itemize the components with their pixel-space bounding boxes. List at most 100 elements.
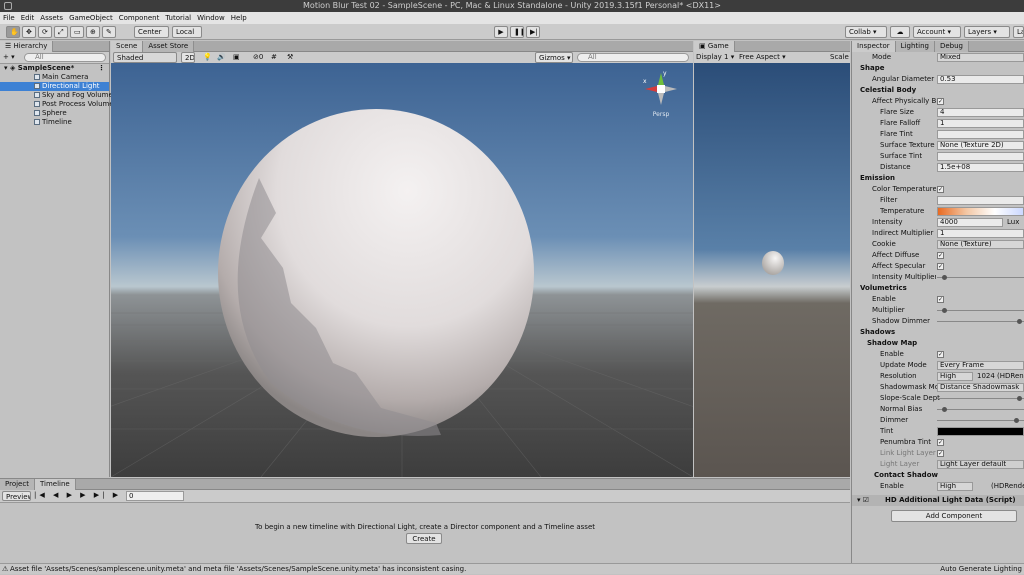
menu-item-assets[interactable]: Assets bbox=[37, 12, 66, 24]
shading-mode-dropdown[interactable]: Shaded bbox=[113, 52, 177, 63]
slider-track[interactable] bbox=[937, 409, 1024, 410]
celestial-row-6-value[interactable]: 1.5e+08 bbox=[937, 163, 1024, 172]
auto-generate-lighting[interactable]: Auto Generate Lighting bbox=[940, 564, 1022, 575]
slider-knob[interactable] bbox=[942, 275, 947, 280]
scene-menu-icon[interactable]: ⋮ bbox=[98, 64, 105, 73]
hierarchy-item-5[interactable]: Timeline bbox=[0, 118, 109, 127]
tab-scene-0[interactable]: Scene bbox=[111, 41, 144, 52]
step-button[interactable]: ▶| bbox=[526, 26, 540, 38]
preview-button[interactable]: Preview bbox=[2, 491, 31, 501]
transform-tool-icon[interactable]: ⊕ bbox=[86, 26, 100, 38]
account-dropdown[interactable]: Account ▾ bbox=[913, 26, 961, 38]
hierarchy-item-3[interactable]: Post Process Volume bbox=[0, 100, 114, 109]
indirect-multiplier-value[interactable]: 1 bbox=[937, 229, 1024, 238]
layers-dropdown[interactable]: Layers ▾ bbox=[964, 26, 1010, 38]
toggle-2d-button[interactable]: 2D bbox=[181, 52, 195, 63]
celestial-row-3-value[interactable] bbox=[937, 130, 1024, 139]
menu-item-window[interactable]: Window bbox=[194, 12, 228, 24]
menu-item-edit[interactable]: Edit bbox=[18, 12, 38, 24]
grid-toggle-icon[interactable]: # bbox=[271, 53, 277, 61]
game-viewport[interactable] bbox=[694, 63, 850, 477]
audio-toggle-icon[interactable]: 🔊 bbox=[217, 53, 226, 61]
tab-scene-1[interactable]: Asset Store bbox=[143, 41, 195, 52]
gizmos-dropdown[interactable]: Gizmos ▾ bbox=[535, 52, 573, 63]
play-button[interactable]: ▶ bbox=[494, 26, 508, 38]
move-tool-icon[interactable]: ✥ bbox=[22, 26, 36, 38]
tab-hierarchy[interactable]: ☰ Hierarchy bbox=[0, 41, 54, 52]
effects-toggle-icon[interactable]: ▣ bbox=[233, 53, 240, 61]
tab-bottom-0[interactable]: Project bbox=[0, 479, 35, 490]
tab-inspector-2[interactable]: Debug bbox=[934, 41, 969, 52]
create-director-button[interactable]: Create bbox=[406, 533, 442, 544]
hidden-objects-icon[interactable]: ⊘0 bbox=[253, 53, 263, 61]
foldout-arrow-icon[interactable]: ▾ ☑ bbox=[857, 495, 869, 506]
filter-value[interactable] bbox=[937, 196, 1024, 205]
affect-specular-checkbox[interactable]: ✓ bbox=[937, 263, 944, 270]
angular-diameter-value[interactable]: 0.53 bbox=[937, 75, 1024, 84]
hand-tool-icon[interactable]: ✋ bbox=[6, 26, 20, 38]
contact-shadows-enable-value[interactable]: High bbox=[937, 482, 973, 491]
pause-button[interactable]: ❚❚ bbox=[510, 26, 524, 38]
menu-item-help[interactable]: Help bbox=[228, 12, 250, 24]
playback-controls-icon[interactable]: |◀ ◀ ▶ ▶ ▶| ▶ bbox=[34, 491, 121, 499]
shadow-map-enable-checkbox[interactable]: ✓ bbox=[937, 351, 944, 358]
rotate-tool-icon[interactable]: ⟳ bbox=[38, 26, 52, 38]
shadowmask-mode-value[interactable]: Distance Shadowmask bbox=[937, 383, 1024, 392]
rect-tool-icon[interactable]: ▭ bbox=[70, 26, 84, 38]
status-message[interactable]: Asset file 'Assets/Scenes/samplescene.un… bbox=[10, 564, 466, 575]
pivot-center-toggle[interactable]: Center bbox=[134, 26, 169, 38]
scene-viewport[interactable]: x y Persp bbox=[111, 63, 693, 477]
affect-diffuse-checkbox[interactable]: ✓ bbox=[937, 252, 944, 259]
frame-input[interactable]: 0 bbox=[126, 491, 184, 501]
celestial-row-4-value[interactable]: None (Texture 2D) bbox=[937, 141, 1024, 150]
pivot-local-toggle[interactable]: Local bbox=[172, 26, 202, 38]
scale-tool-icon[interactable]: ⤢ bbox=[54, 26, 68, 38]
scene-search-input[interactable]: All bbox=[577, 53, 689, 62]
slider-track[interactable] bbox=[937, 277, 1024, 278]
hierarchy-item-2[interactable]: Sky and Fog Volume bbox=[0, 91, 113, 100]
slider-track[interactable] bbox=[937, 321, 1024, 322]
add-component-button[interactable]: Add Component bbox=[891, 510, 1017, 522]
slider-knob[interactable] bbox=[1017, 396, 1022, 401]
celestial-row-2-value[interactable]: 1 bbox=[937, 119, 1024, 128]
slider-track[interactable] bbox=[937, 310, 1024, 311]
slider-track[interactable] bbox=[937, 420, 1024, 421]
hierarchy-item-1[interactable]: Directional Light bbox=[0, 82, 109, 91]
hierarchy-item-0[interactable]: Main Camera bbox=[0, 73, 109, 82]
celestial-row-5-value[interactable] bbox=[937, 152, 1024, 161]
orientation-gizmo[interactable]: x y Persp bbox=[641, 69, 681, 119]
temperature-value[interactable] bbox=[937, 207, 1024, 216]
tab-inspector-0[interactable]: Inspector bbox=[852, 41, 896, 52]
aspect-dropdown[interactable]: Free Aspect ▾ bbox=[739, 53, 786, 61]
slider-track[interactable] bbox=[937, 398, 1024, 399]
menu-item-file[interactable]: File bbox=[0, 12, 18, 24]
link-light-layer-checkbox[interactable]: ✓ bbox=[937, 450, 944, 457]
celestial-row-1-value[interactable]: 4 bbox=[937, 108, 1024, 117]
collab-dropdown[interactable]: Collab ▾ bbox=[845, 26, 887, 38]
intensity-value[interactable]: 4000 bbox=[937, 218, 1003, 227]
menu-item-component[interactable]: Component bbox=[116, 12, 163, 24]
tab-bottom-1[interactable]: Timeline bbox=[34, 479, 76, 490]
slider-knob[interactable] bbox=[1014, 418, 1019, 423]
light-layer-value[interactable]: Light Layer default bbox=[937, 460, 1024, 469]
menu-item-gameobject[interactable]: GameObject bbox=[66, 12, 116, 24]
script-component-header[interactable]: ▾ ☑ HD Additional Light Data (Script) bbox=[852, 495, 1024, 506]
create-plus-icon[interactable]: + ▾ bbox=[3, 53, 15, 61]
hierarchy-scene-row[interactable]: ▾ ◈ SampleScene* ⋮ bbox=[0, 64, 109, 73]
color-temperature-checkbox[interactable]: ✓ bbox=[937, 186, 944, 193]
resolution-value[interactable]: High bbox=[937, 372, 973, 381]
celestial-row-0-checkbox[interactable]: ✓ bbox=[937, 98, 944, 105]
custom-tool-icon[interactable]: ✎ bbox=[102, 26, 116, 38]
update-mode-value[interactable]: Every Frame bbox=[937, 361, 1024, 370]
slider-knob[interactable] bbox=[1017, 319, 1022, 324]
hierarchy-search-input[interactable]: All bbox=[24, 53, 106, 62]
lighting-toggle-icon[interactable]: 💡 bbox=[203, 53, 212, 61]
slider-knob[interactable] bbox=[942, 308, 947, 313]
tint-value[interactable] bbox=[937, 427, 1024, 436]
slider-knob[interactable] bbox=[942, 407, 947, 412]
layout-dropdown[interactable]: La bbox=[1013, 26, 1024, 38]
tools-toggle-icon[interactable]: ⚒ bbox=[287, 53, 293, 61]
volumetrics-enable-checkbox[interactable]: ✓ bbox=[937, 296, 944, 303]
tab-game[interactable]: ▣ Game bbox=[694, 41, 735, 52]
tab-inspector-1[interactable]: Lighting bbox=[895, 41, 935, 52]
